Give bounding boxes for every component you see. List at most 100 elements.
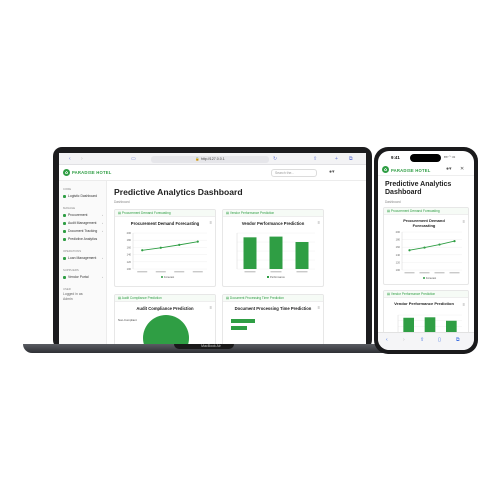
sidebar-item-label: Loan Management bbox=[68, 256, 97, 260]
reload-icon[interactable]: ↻ bbox=[273, 156, 277, 162]
audit-icon bbox=[63, 221, 66, 225]
document-bar-1 bbox=[231, 319, 255, 323]
document-card: ▤ Document Processing Time Prediction Do… bbox=[222, 294, 324, 347]
y-tick-label: 120 bbox=[127, 260, 132, 264]
y-tick-label: 180 bbox=[127, 238, 132, 242]
user-icon[interactable]: ●▾ bbox=[446, 166, 452, 172]
phone-procurement-line-chart: 200 180 160 140 120 100 Forecast bbox=[396, 230, 462, 280]
y-tick-label: 100 bbox=[396, 268, 401, 272]
tabs-icon[interactable]: ⧉ bbox=[349, 156, 353, 162]
sidebar-item-label: Logistic Dashboard bbox=[68, 194, 98, 198]
phone-app-header: ✿ PARADISE HOTEL ●▾ ✕ bbox=[378, 164, 474, 176]
procurement-line-chart: 200 180 160 140 120 100 Forecast bbox=[127, 231, 207, 279]
sidebar-item-document-tracking[interactable]: Document Tracking › bbox=[59, 227, 106, 235]
menu-icon[interactable]: ≡ bbox=[463, 219, 465, 224]
breadcrumb: Dashboard bbox=[114, 200, 130, 204]
forward-icon[interactable]: › bbox=[81, 156, 83, 162]
forward-icon[interactable]: › bbox=[403, 337, 405, 343]
bar-performance bbox=[243, 237, 257, 269]
bookmarks-icon[interactable]: ▯ bbox=[438, 337, 441, 343]
app-header: ✿ PARADISE HOTEL Search the... ●▾ bbox=[59, 165, 366, 181]
document-card-header: ▤ Document Processing Time Prediction bbox=[223, 295, 323, 302]
data-point bbox=[453, 240, 456, 243]
chevron-down-icon: › bbox=[102, 275, 103, 279]
x-tick-label bbox=[449, 272, 460, 274]
y-tick-label: 120 bbox=[396, 260, 401, 264]
sidebar-item-label: Procurement bbox=[68, 213, 88, 217]
phone-procurement-card: ▤ Procurement Demand Forecasting Procure… bbox=[383, 207, 469, 285]
brand-name: PARADISE HOTEL bbox=[72, 170, 112, 175]
vendor-bar-chart: Performance bbox=[236, 232, 315, 279]
tabs-icon[interactable]: ⧉ bbox=[456, 337, 460, 343]
procurement-card-header: ▤ Procurement Demand Forecasting bbox=[115, 210, 215, 217]
data-point bbox=[438, 243, 441, 246]
page-title: Predictive Analytics Dashboard bbox=[114, 187, 243, 197]
audit-card-header: ▤ Audit Compliance Prediction bbox=[115, 295, 215, 302]
x-tick-label bbox=[434, 272, 445, 274]
url-text: http://127.0.0.1 bbox=[200, 156, 225, 161]
sidebar-toggle-icon[interactable]: ▭ bbox=[131, 156, 136, 162]
phone-vendor-title: Vendor Performance Prediction bbox=[394, 301, 454, 306]
hotel-logo-icon: ✿ bbox=[382, 166, 389, 173]
sidebar-item-procurement[interactable]: Procurement › bbox=[59, 211, 106, 219]
legend-label: Forecast bbox=[426, 276, 436, 280]
user-icon[interactable]: ●▾ bbox=[329, 169, 335, 175]
x-tick-label bbox=[244, 271, 256, 273]
share-icon[interactable]: ⇪ bbox=[420, 337, 424, 343]
analytics-icon bbox=[63, 237, 66, 241]
logged-in-user: Admin bbox=[63, 297, 73, 301]
series-line-forecast bbox=[142, 241, 198, 251]
close-icon[interactable]: ✕ bbox=[460, 166, 464, 172]
sidebar-item-logistic-dashboard[interactable]: Logistic Dashboard bbox=[59, 192, 106, 200]
back-icon[interactable]: ‹ bbox=[69, 156, 71, 162]
legend-swatch bbox=[267, 276, 269, 278]
dynamic-island bbox=[410, 154, 441, 162]
y-tick-label: 140 bbox=[396, 253, 401, 257]
phone-screen: 9:41 ▪▪▪ ◠ ▭ ✿ PARADISE HOTEL ●▾ ✕ Predi… bbox=[378, 151, 474, 350]
noncompliant-label: Non-Compliant bbox=[118, 318, 137, 322]
x-tick-label bbox=[192, 271, 203, 273]
menu-icon[interactable]: ≡ bbox=[318, 305, 320, 310]
share-icon[interactable]: ⇪ bbox=[313, 156, 317, 162]
sidebar-item-audit-management[interactable]: Audit Management › bbox=[59, 219, 106, 227]
x-tick-label bbox=[270, 271, 282, 273]
status-icons: ▪▪▪ ◠ ▭ bbox=[444, 155, 456, 159]
phone-breadcrumb: Dashboard bbox=[385, 200, 401, 204]
x-tick-label bbox=[404, 272, 415, 274]
x-tick-label bbox=[155, 271, 166, 273]
vendor-chart-title: Vendor Performance Prediction bbox=[241, 221, 305, 226]
sidebar-item-loan-management[interactable]: Loan Management › bbox=[59, 254, 106, 262]
menu-icon[interactable]: ≡ bbox=[318, 220, 320, 225]
y-tick-label: 180 bbox=[396, 238, 401, 242]
vendor-card: ▤ Vendor Performance Prediction Vendor P… bbox=[222, 209, 324, 287]
sidebar-item-label: Vendor Portal bbox=[68, 275, 89, 279]
hotel-logo-icon: ✿ bbox=[63, 169, 70, 176]
data-point bbox=[178, 243, 181, 246]
bar-performance bbox=[269, 236, 283, 269]
audit-card: ▤ Audit Compliance Prediction Audit Comp… bbox=[114, 294, 216, 347]
procurement-chart-title: Procurement Demand Forecasting bbox=[130, 221, 200, 226]
main-content: Predictive Analytics Dashboard Dashboard… bbox=[109, 181, 366, 347]
legend-swatch bbox=[161, 276, 163, 278]
new-tab-icon[interactable]: + bbox=[335, 156, 338, 162]
phone-procurement-title: Procurement Demand Forecasting bbox=[403, 218, 445, 228]
sidebar-item-predictive-analytics[interactable]: Predictive Analytics bbox=[59, 235, 106, 243]
phone-browser-toolbar: ‹ › ⇪ ▯ ⧉ bbox=[378, 332, 474, 350]
data-point bbox=[423, 246, 426, 249]
sidebar-item-vendor-portal[interactable]: Vendor Portal › bbox=[59, 273, 106, 281]
sidebar-item-label: Predictive Analytics bbox=[68, 237, 98, 241]
chevron-down-icon: › bbox=[102, 213, 103, 217]
url-bar[interactable]: 🔒 http://127.0.0.1 bbox=[151, 155, 269, 163]
phone-page-title: Predictive Analytics Dashboard bbox=[385, 181, 452, 196]
search-input[interactable]: Search the... bbox=[271, 169, 317, 177]
series-line-forecast bbox=[409, 240, 455, 251]
legend-label: Forecast bbox=[164, 275, 174, 279]
back-icon[interactable]: ‹ bbox=[386, 337, 388, 343]
sidebar-item-label: Document Tracking bbox=[68, 229, 98, 233]
data-point bbox=[408, 249, 411, 252]
sidebar: CORE Logistic Dashboard MANAGE Procureme… bbox=[59, 181, 107, 347]
menu-icon[interactable]: ≡ bbox=[463, 302, 465, 307]
menu-icon[interactable]: ≡ bbox=[210, 220, 212, 225]
menu-icon[interactable]: ≡ bbox=[210, 305, 212, 310]
document-icon bbox=[63, 229, 66, 233]
